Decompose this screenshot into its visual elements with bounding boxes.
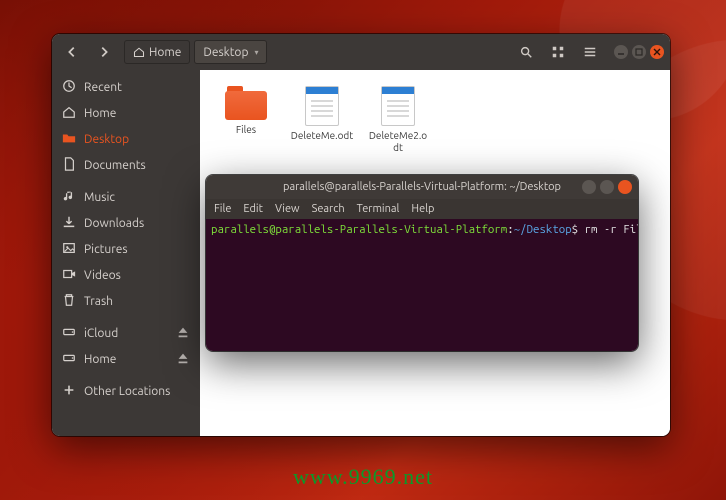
terminal-menu-edit[interactable]: Edit bbox=[243, 203, 263, 215]
path-segment-home[interactable]: Home bbox=[124, 40, 190, 64]
sidebar-item-label: Home bbox=[84, 353, 116, 366]
maximize-button[interactable] bbox=[632, 45, 646, 59]
doc-icon bbox=[62, 157, 76, 174]
prompt-sigil: $ bbox=[572, 223, 578, 236]
sidebar-item-downloads[interactable]: Downloads bbox=[52, 210, 200, 236]
eject-button[interactable] bbox=[176, 325, 190, 342]
terminal-menubar: File Edit View Search Terminal Help bbox=[206, 199, 638, 219]
download-icon bbox=[62, 215, 76, 232]
view-grid-button[interactable] bbox=[544, 40, 572, 64]
clock-icon bbox=[62, 79, 76, 96]
file-manager-headerbar: Home Desktop ▾ bbox=[52, 34, 670, 70]
document-icon bbox=[381, 86, 415, 126]
drive-icon bbox=[62, 325, 76, 342]
minimize-icon bbox=[617, 48, 625, 56]
folder-item[interactable]: Files bbox=[214, 86, 278, 136]
maximize-button[interactable] bbox=[600, 180, 614, 194]
sidebar-item-label: Documents bbox=[84, 159, 146, 172]
sidebar-item-icloud[interactable]: iCloud bbox=[52, 320, 200, 346]
home-icon bbox=[133, 46, 145, 58]
sidebar-item-music[interactable]: Music bbox=[52, 184, 200, 210]
music-icon bbox=[62, 189, 76, 206]
drive-icon bbox=[62, 351, 76, 368]
document-icon bbox=[305, 86, 339, 126]
window-controls bbox=[582, 180, 632, 194]
path-segment-label: Desktop bbox=[203, 46, 248, 59]
forward-button[interactable] bbox=[90, 40, 118, 64]
back-button[interactable] bbox=[58, 40, 86, 64]
file-name-label: DeleteMe.odt bbox=[290, 130, 354, 142]
folder-icon bbox=[225, 86, 267, 120]
sidebar-item-label: Music bbox=[84, 191, 115, 204]
home-icon bbox=[62, 105, 76, 122]
sidebar-item-trash[interactable]: Trash bbox=[52, 288, 200, 314]
document-item[interactable]: DeleteMe2.odt bbox=[366, 86, 430, 153]
terminal-title-text: parallels@parallels-Parallels-Virtual-Pl… bbox=[283, 181, 561, 193]
video-icon bbox=[62, 267, 76, 284]
terminal-menu-search[interactable]: Search bbox=[312, 203, 345, 215]
plus-icon bbox=[62, 383, 76, 400]
close-icon bbox=[653, 48, 661, 56]
terminal-menu-file[interactable]: File bbox=[214, 203, 231, 215]
terminal-menu-view[interactable]: View bbox=[275, 203, 300, 215]
terminal-body[interactable]: parallels@parallels-Parallels-Virtual-Pl… bbox=[206, 219, 638, 351]
sidebar-item-label: Home bbox=[84, 107, 116, 120]
watermark-text: www.9969.net bbox=[0, 464, 726, 490]
sidebar-item-label: Videos bbox=[84, 269, 121, 282]
close-button[interactable] bbox=[618, 180, 632, 194]
minimize-button[interactable] bbox=[582, 180, 596, 194]
sidebar-item-documents[interactable]: Documents bbox=[52, 152, 200, 178]
desktop-background: Home Desktop ▾ bbox=[0, 0, 726, 500]
search-button[interactable] bbox=[512, 40, 540, 64]
path-segment-current[interactable]: Desktop ▾ bbox=[194, 40, 267, 64]
sidebar-item-label: Desktop bbox=[84, 133, 129, 146]
sidebar-item-label: Other Locations bbox=[84, 385, 170, 398]
folder-icon bbox=[62, 131, 76, 148]
terminal-menu-help[interactable]: Help bbox=[411, 203, 434, 215]
minimize-button[interactable] bbox=[614, 45, 628, 59]
prompt-command: rm -r Files/* bbox=[585, 223, 638, 236]
eject-button[interactable] bbox=[176, 351, 190, 368]
hamburger-menu-button[interactable] bbox=[576, 40, 604, 64]
file-name-label: Files bbox=[214, 124, 278, 136]
sidebar-item-other-locations[interactable]: Other Locations bbox=[52, 378, 200, 404]
sidebar-item-label: Recent bbox=[84, 81, 122, 94]
sidebar: Recent Home Desktop Documents Music Downloads… bbox=[52, 70, 200, 436]
sidebar-item-videos[interactable]: Videos bbox=[52, 262, 200, 288]
prompt-path: ~/Desktop bbox=[514, 223, 572, 236]
file-name-label: DeleteMe2.odt bbox=[366, 130, 430, 153]
image-icon bbox=[62, 241, 76, 258]
sidebar-item-label: Trash bbox=[84, 295, 113, 308]
chevron-right-icon bbox=[97, 45, 111, 59]
grid-icon bbox=[551, 45, 565, 59]
path-segment-label: Home bbox=[149, 46, 181, 59]
maximize-icon bbox=[635, 48, 643, 56]
prompt-user-host: parallels@parallels-Parallels-Virtual-Pl… bbox=[211, 223, 507, 236]
sidebar-item-recent[interactable]: Recent bbox=[52, 74, 200, 100]
terminal-titlebar[interactable]: parallels@parallels-Parallels-Virtual-Pl… bbox=[206, 175, 638, 199]
sidebar-item-label: iCloud bbox=[84, 327, 118, 340]
sidebar-item-label: Downloads bbox=[84, 217, 144, 230]
chevron-left-icon bbox=[65, 45, 79, 59]
hamburger-icon bbox=[583, 45, 597, 59]
trash-icon bbox=[62, 293, 76, 310]
sidebar-item-home[interactable]: Home bbox=[52, 346, 200, 372]
pathbar: Home Desktop ▾ bbox=[124, 40, 267, 64]
terminal-menu-terminal[interactable]: Terminal bbox=[357, 203, 400, 215]
sidebar-item-desktop[interactable]: Desktop bbox=[52, 126, 200, 152]
sidebar-item-home[interactable]: Home bbox=[52, 100, 200, 126]
terminal-window: parallels@parallels-Parallels-Virtual-Pl… bbox=[206, 175, 638, 351]
search-icon bbox=[519, 45, 533, 59]
document-item[interactable]: DeleteMe.odt bbox=[290, 86, 354, 142]
close-button[interactable] bbox=[650, 45, 664, 59]
dropdown-triangle-icon: ▾ bbox=[254, 48, 258, 57]
sidebar-item-label: Pictures bbox=[84, 243, 128, 256]
sidebar-item-pictures[interactable]: Pictures bbox=[52, 236, 200, 262]
window-controls bbox=[614, 45, 664, 59]
